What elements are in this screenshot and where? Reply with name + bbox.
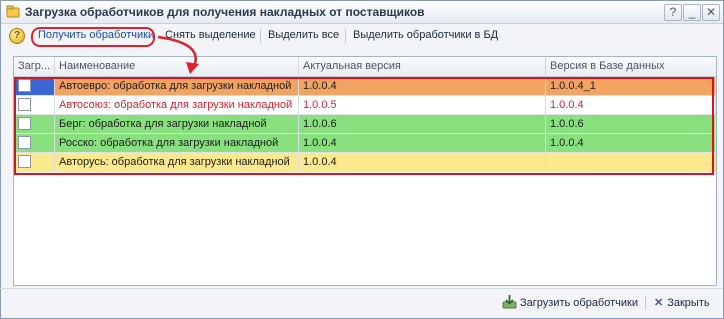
db-version-cell: [546, 153, 716, 171]
handlers-table: Загр... Наименование Актуальная версия В…: [13, 56, 717, 286]
header-actual-version[interactable]: Актуальная версия: [299, 57, 546, 76]
header-db-version[interactable]: Версия в Базе данных: [546, 57, 716, 76]
clear-selection-button[interactable]: Снять выделение: [165, 29, 256, 41]
close-window-button[interactable]: ✕: [702, 4, 720, 21]
help-title-button[interactable]: ?: [664, 4, 682, 21]
db-version-cell: 1.0.0.4: [546, 96, 716, 114]
db-version-cell: 1.0.0.6: [546, 115, 716, 133]
toolbar-separator: [345, 29, 346, 43]
name-cell: Берг: обработка для загрузки накладной: [55, 115, 299, 133]
name-cell: Автосоюз: обработка для загрузки накладн…: [55, 96, 299, 114]
title-bar: Загрузка обработчиков для получения накл…: [1, 1, 723, 24]
actual-version-cell: 1.0.0.5: [299, 96, 546, 114]
db-version-cell: 1.0.0.4: [546, 134, 716, 152]
app-icon: [6, 5, 20, 18]
table-row[interactable]: Автосоюз: обработка для загрузки накладн…: [14, 96, 716, 115]
footer-button-separator: [645, 296, 646, 310]
table-row[interactable]: Автоевро: обработка для загрузки накладн…: [14, 77, 716, 96]
name-cell: Авторусь: обработка для загрузки накладн…: [55, 153, 299, 171]
actual-version-cell: 1.0.0.4: [299, 153, 546, 171]
actual-version-cell: 1.0.0.6: [299, 115, 546, 133]
actual-version-cell: 1.0.0.4: [299, 134, 546, 152]
db-version-cell: 1.0.0.4_1: [546, 77, 716, 95]
load-cell: [14, 96, 55, 114]
window-title: Загрузка обработчиков для получения накл…: [25, 5, 425, 19]
actual-version-cell: 1.0.0.4: [299, 77, 546, 95]
close-label: Закрыть: [667, 297, 710, 309]
name-cell: Росско: обработка для загрузки накладной: [55, 134, 299, 152]
load-checkbox[interactable]: [18, 136, 31, 149]
load-cell: [14, 134, 55, 152]
header-load[interactable]: Загр...: [14, 57, 55, 76]
header-name[interactable]: Наименование: [55, 57, 299, 76]
name-cell: Автоевро: обработка для загрузки накладн…: [55, 77, 299, 95]
table-header: Загр... Наименование Актуальная версия В…: [14, 57, 716, 77]
table-row[interactable]: Берг: обработка для загрузки накладной 1.…: [14, 115, 716, 134]
table-row[interactable]: Авторусь: обработка для загрузки накладн…: [14, 153, 716, 172]
help-icon[interactable]: ?: [9, 28, 25, 44]
close-button[interactable]: ✕ Закрыть: [654, 294, 710, 312]
load-checkbox[interactable]: [18, 79, 31, 92]
load-cell: [14, 115, 55, 133]
get-handlers-highlight: [31, 27, 155, 47]
footer-separator: [0, 288, 722, 289]
load-handlers-button[interactable]: Загрузить обработчики: [502, 294, 638, 312]
table-row[interactable]: Росско: обработка для загрузки накладной…: [14, 134, 716, 153]
load-cell: [14, 153, 55, 171]
toolbar-separator: [260, 29, 261, 43]
close-icon: ✕: [654, 297, 664, 309]
select-in-db-button[interactable]: Выделить обработчики в БД: [353, 29, 498, 41]
load-checkbox[interactable]: [18, 98, 31, 111]
select-all-button[interactable]: Выделить все: [268, 29, 339, 41]
load-handlers-label: Загрузить обработчики: [520, 297, 638, 309]
load-icon: [502, 295, 517, 309]
load-cell: [14, 77, 55, 95]
load-checkbox[interactable]: [18, 117, 31, 130]
minimize-button[interactable]: _: [683, 4, 701, 21]
load-checkbox[interactable]: [18, 155, 31, 168]
